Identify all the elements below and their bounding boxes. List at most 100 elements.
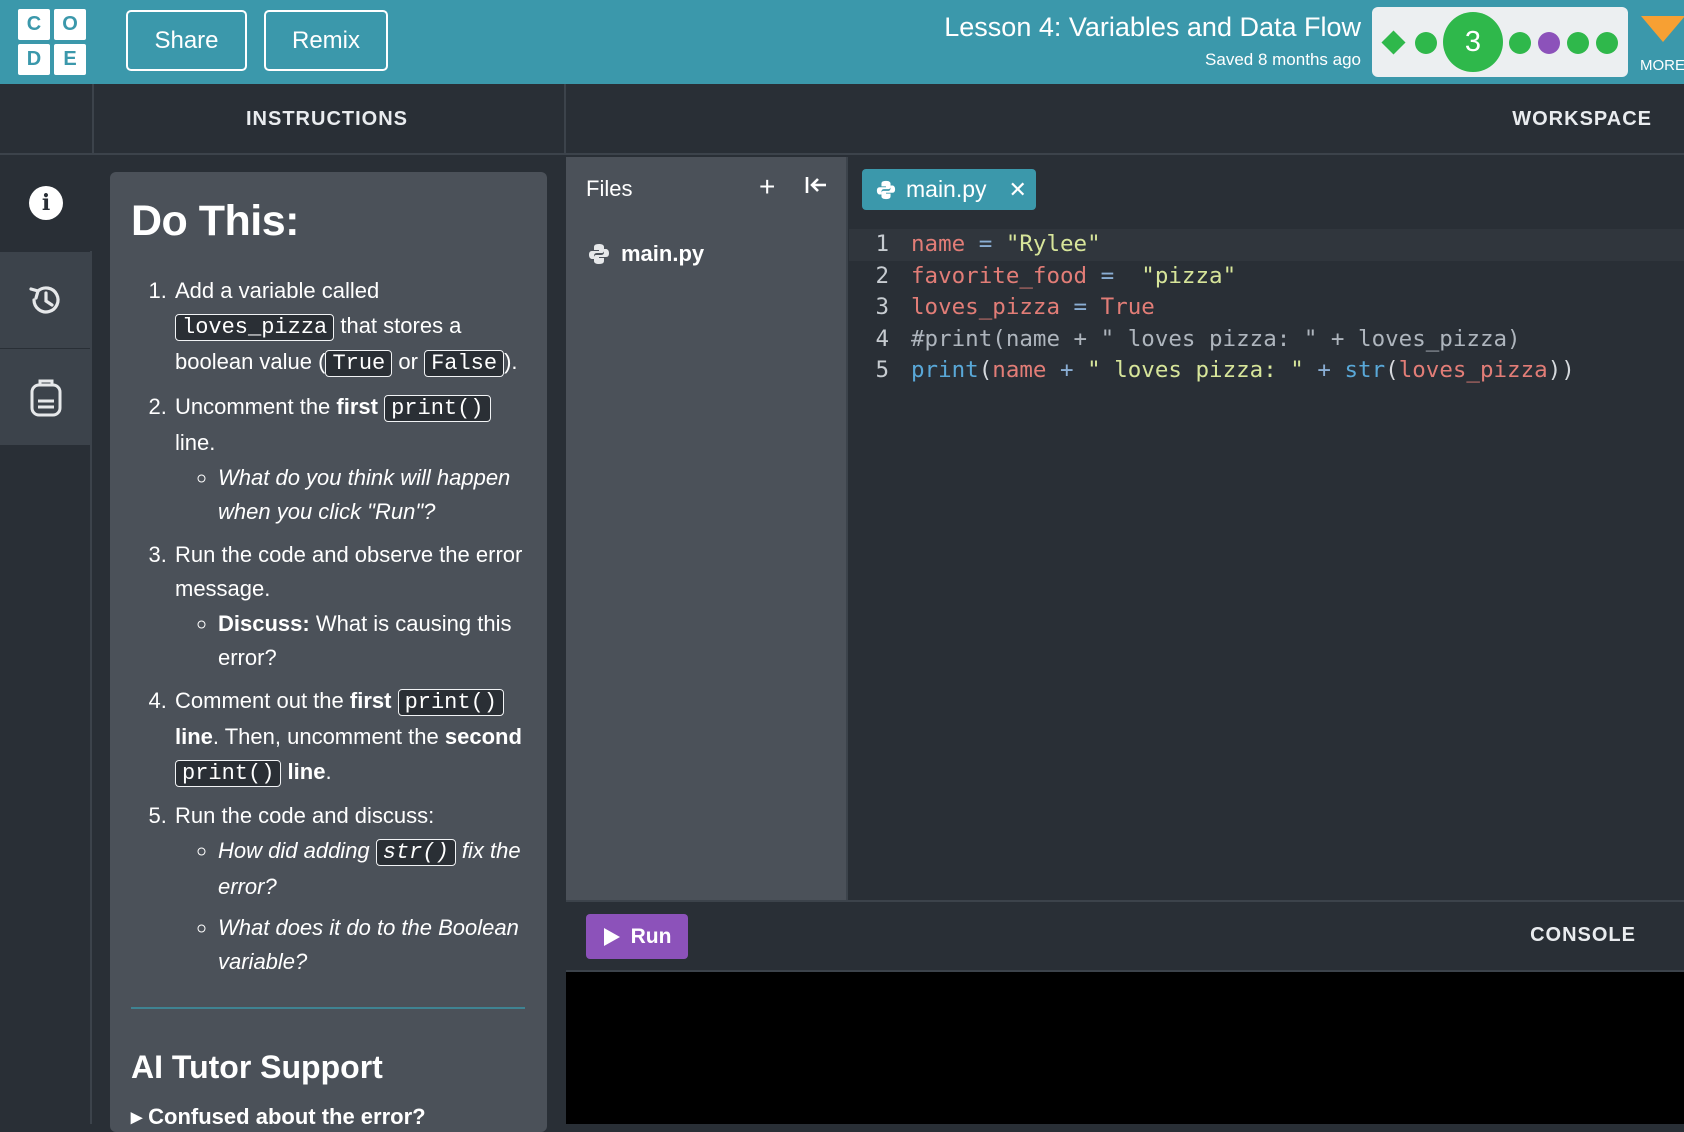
- progress-diamond-level[interactable]: [1381, 30, 1406, 55]
- level-progress: 3: [1372, 7, 1628, 77]
- instruction-steps: Add a variable called loves_pizza that s…: [173, 274, 525, 980]
- step-text: ).: [504, 349, 518, 374]
- inline-code: print(): [175, 759, 282, 787]
- top-header: C O D E Share Remix Lesson 4: Variables …: [0, 0, 1684, 84]
- instruction-step-3: Run the code and observe the error messa…: [173, 538, 525, 676]
- code-token: (: [978, 357, 993, 383]
- ai-tutor-expander[interactable]: ▸ Confused about the error?: [131, 1104, 525, 1130]
- step-text: Comment out the: [175, 687, 350, 713]
- progress-level-dot-purple[interactable]: [1538, 32, 1560, 54]
- code-line[interactable]: 1 name = "Rylee": [849, 229, 1684, 261]
- python-icon: [589, 244, 609, 264]
- python-icon: [876, 180, 896, 199]
- run-button[interactable]: Run: [586, 914, 688, 959]
- files-title: Files: [586, 176, 633, 201]
- code-text[interactable]: name = "Rylee": [911, 229, 1101, 261]
- sub-list: How did adding str() fix the error? What…: [218, 834, 525, 980]
- step-text: . Then, uncomment the: [212, 724, 445, 749]
- code-token: name: [992, 357, 1047, 383]
- instruction-step-4: Comment out the first print() line. Then…: [173, 684, 525, 792]
- section-divider: [131, 1006, 525, 1009]
- rail-tab-history[interactable]: [0, 252, 92, 348]
- add-file-icon[interactable]: +: [759, 171, 775, 203]
- collapse-files-icon[interactable]: [805, 174, 827, 202]
- code-text[interactable]: #print(name + " loves pizza: " + loves_p…: [911, 324, 1521, 356]
- code-token: print: [911, 357, 979, 383]
- rail-tab-backpack[interactable]: [0, 349, 92, 445]
- inline-code: print(): [384, 394, 491, 422]
- logo-letter: E: [54, 44, 86, 75]
- code-text[interactable]: favorite_food = "pizza": [911, 261, 1236, 293]
- instructions-side-rail: i: [0, 155, 92, 1124]
- code-line[interactable]: 5 print(name + " loves pizza: " + str(lov…: [849, 355, 1684, 387]
- backpack-icon: [30, 379, 62, 417]
- sub-list: What do you think will happen when you c…: [218, 461, 525, 530]
- instructions-header: INSTRUCTIONS: [246, 108, 408, 130]
- inline-code: loves_pizza: [175, 313, 335, 341]
- section-header-bar: INSTRUCTIONS WORKSPACE: [0, 84, 1684, 155]
- remix-button[interactable]: Remix: [264, 10, 388, 71]
- code-line[interactable]: 4 #print(name + " loves pizza: " + loves_…: [849, 324, 1684, 356]
- inline-code: False: [424, 350, 505, 377]
- current-level-bubble[interactable]: 3: [1443, 12, 1503, 72]
- progress-level-dot[interactable]: [1509, 32, 1531, 54]
- inline-code: str(): [375, 838, 456, 866]
- step-bold: line: [175, 724, 213, 749]
- step-text: Run the code and discuss:: [175, 803, 435, 828]
- sub-list: Discuss: What is causing this error?: [218, 607, 525, 676]
- code-text[interactable]: loves_pizza = True: [911, 292, 1155, 324]
- divider: [92, 84, 94, 155]
- code-line[interactable]: 2 favorite_food = "pizza": [849, 261, 1684, 293]
- instruction-step-5: Run the code and discuss: How did adding…: [173, 799, 525, 980]
- progress-level-dot[interactable]: [1415, 32, 1437, 54]
- editor-tab-main-py[interactable]: main.py ✕: [862, 169, 1036, 210]
- line-number: 1: [875, 231, 889, 257]
- step-text: or: [392, 349, 425, 374]
- run-bar: Run CONSOLE: [566, 900, 1684, 972]
- progress-level-dot[interactable]: [1567, 32, 1589, 54]
- more-chevron-icon[interactable]: [1641, 16, 1684, 42]
- workspace-header: WORKSPACE: [1512, 108, 1652, 130]
- step-bold: first: [349, 687, 392, 713]
- code-token: =: [1087, 262, 1142, 289]
- sub-item: Discuss: What is causing this error?: [218, 607, 525, 676]
- step-text: .: [325, 758, 332, 784]
- close-icon[interactable]: ✕: [1009, 177, 1027, 203]
- line-number: 4: [875, 325, 889, 352]
- lesson-title[interactable]: Lesson 4: Variables and Data Flow: [944, 12, 1361, 43]
- line-number: 5: [875, 357, 889, 383]
- code-token: +: [1303, 357, 1345, 383]
- code-token: #print(name + " loves pizza: " + loves_p…: [911, 325, 1521, 352]
- play-icon: [603, 927, 620, 946]
- progress-level-dot[interactable]: [1596, 32, 1618, 54]
- step-bold: Discuss:: [218, 610, 310, 636]
- code-token: "pizza": [1141, 262, 1237, 289]
- run-label: Run: [630, 924, 672, 948]
- console-header[interactable]: CONSOLE: [1530, 924, 1636, 947]
- file-browser: Files + main.py: [566, 157, 848, 900]
- step-text: line.: [175, 430, 216, 455]
- file-item-main-py[interactable]: main.py: [588, 241, 704, 267]
- step-bold: line: [287, 758, 326, 784]
- tab-label: main.py: [906, 176, 987, 202]
- code-token: (: [1385, 357, 1399, 383]
- file-name: main.py: [621, 241, 705, 266]
- code-token: str: [1344, 357, 1386, 383]
- rail-tab-info[interactable]: i: [0, 155, 92, 251]
- instructions-panel: Do This: Add a variable called loves_piz…: [110, 172, 547, 1132]
- code-editor[interactable]: main.py ✕ 1 name = "Rylee" 2 favorite_food …: [849, 157, 1684, 900]
- code-lines[interactable]: 1 name = "Rylee" 2 favorite_food = "pizza" 3…: [849, 229, 1684, 387]
- instruction-step-2: Uncomment the first print() line. What d…: [173, 390, 525, 530]
- logo-letter: C: [18, 9, 50, 40]
- sub-item: What do you think will happen when you c…: [218, 461, 525, 530]
- more-label[interactable]: MORE: [1640, 57, 1684, 74]
- code-org-logo[interactable]: C O D E: [18, 9, 86, 75]
- code-line[interactable]: 3 loves_pizza = True: [849, 292, 1684, 324]
- line-number: 2: [875, 262, 889, 289]
- step-bold: second: [444, 724, 522, 749]
- inline-code: print(): [397, 688, 504, 716]
- code-text[interactable]: print(name + " loves pizza: " + str(love…: [911, 355, 1575, 387]
- share-button[interactable]: Share: [126, 10, 247, 71]
- step-text: Add a variable called: [175, 278, 380, 303]
- console-output[interactable]: [566, 972, 1684, 1124]
